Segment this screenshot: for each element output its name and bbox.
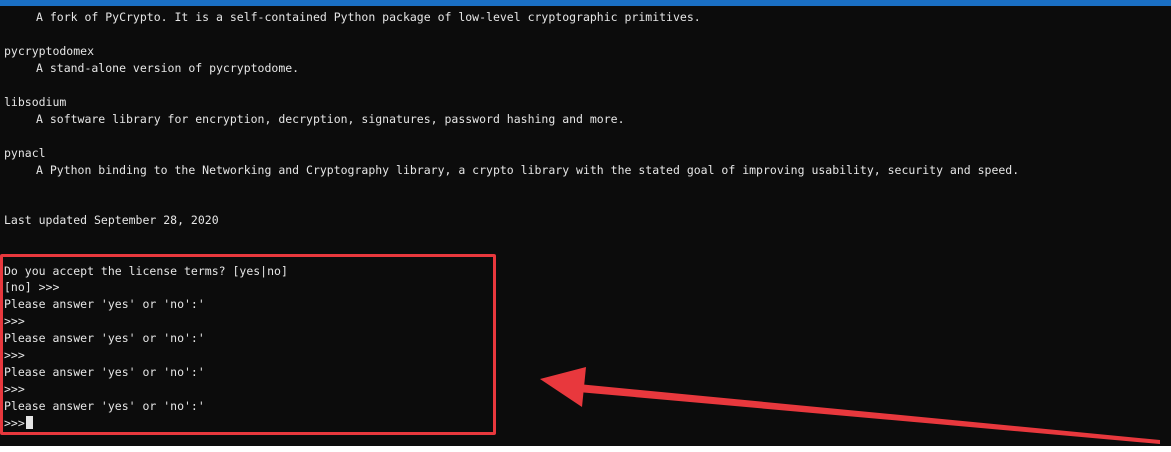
terminal-line: A fork of PyCrypto. It is a self-contain… <box>36 10 701 24</box>
annotation-highlight-box <box>0 254 496 435</box>
terminal-line: A Python binding to the Networking and C… <box>36 163 1020 177</box>
terminal-line: A software library for encryption, decry… <box>36 112 625 126</box>
terminal-line: A stand-alone version of pycryptodome. <box>36 61 300 75</box>
window-bottom-edge <box>0 446 1171 452</box>
terminal-line: pynacl <box>4 146 46 160</box>
terminal-line: pycryptodomex <box>4 44 95 58</box>
terminal-line: libsodium <box>4 95 67 109</box>
terminal-line: Last updated September 28, 2020 <box>4 213 219 227</box>
